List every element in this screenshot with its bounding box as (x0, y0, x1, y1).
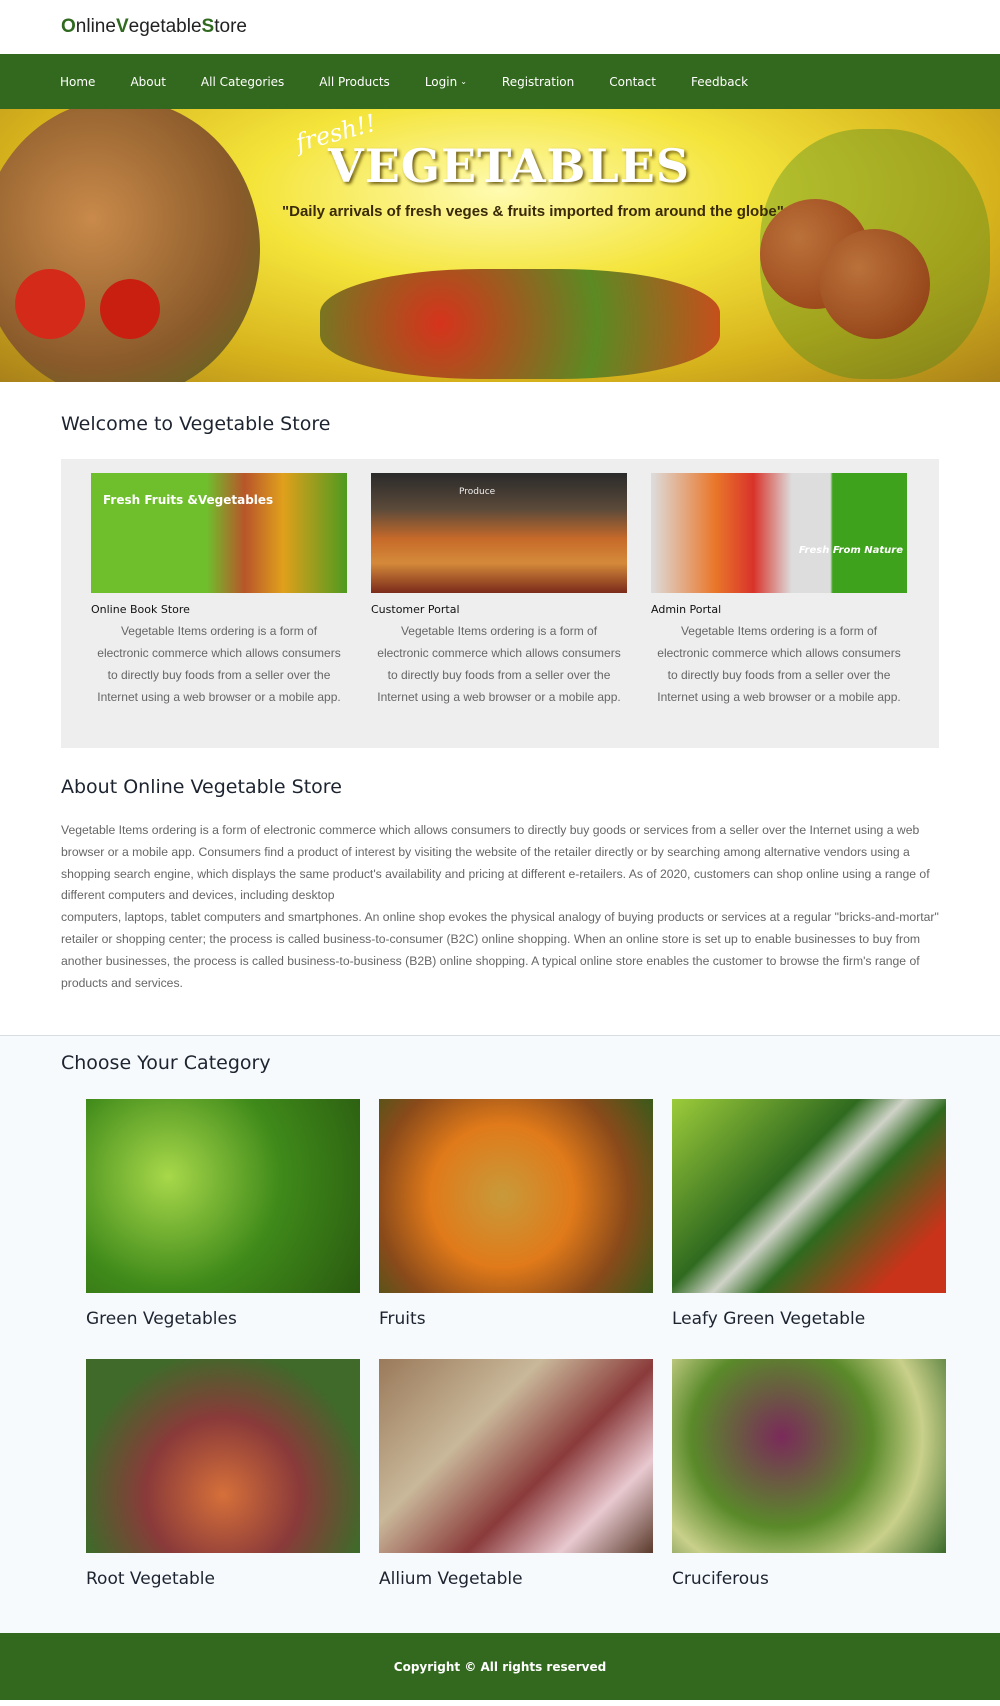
nav-all-products[interactable]: All Products (319, 75, 390, 89)
category-fruits[interactable]: Fruits (379, 1099, 653, 1359)
category-root-vegetable[interactable]: Root Vegetable (86, 1359, 360, 1619)
nav-feedback[interactable]: Feedback (691, 75, 748, 89)
about-text: Vegetable Items ordering is a form of el… (61, 823, 939, 990)
portal-cards: Fresh Fruits &Vegetables Online Book Sto… (61, 459, 939, 748)
main-nav: Home About All Categories All Products L… (0, 54, 1000, 109)
nav-registration[interactable]: Registration (502, 75, 574, 89)
hero-banner: fresh!! VEGETABLES "Daily arrivals of fr… (0, 109, 1000, 382)
card-customer-portal[interactable]: Produce Customer Portal Vegetable Items … (371, 473, 627, 748)
nav-about[interactable]: About (130, 75, 165, 89)
category-image (86, 1099, 360, 1293)
card-image: Fresh Fruits &Vegetables (91, 473, 347, 593)
category-heading: Choose Your Category (61, 1052, 271, 1074)
site-logo[interactable]: Online Vegetable Store (0, 0, 1000, 54)
category-green-vegetables[interactable]: Green Vegetables (86, 1099, 360, 1359)
category-image (672, 1099, 946, 1293)
card-online-store[interactable]: Fresh Fruits &Vegetables Online Book Sto… (91, 473, 347, 748)
category-allium-vegetable[interactable]: Allium Vegetable (379, 1359, 653, 1619)
nav-contact[interactable]: Contact (609, 75, 656, 89)
card-image: Fresh From Nature (651, 473, 907, 593)
about-heading: About Online Vegetable Store (61, 776, 342, 798)
category-cruciferous[interactable]: Cruciferous (672, 1359, 946, 1619)
banner-title: VEGETABLES (328, 139, 691, 193)
chevron-down-icon: ⌄ (460, 77, 467, 86)
category-section: Choose Your Category Green Vegetables Fr… (0, 1035, 1000, 1633)
category-image (379, 1359, 653, 1553)
banner-tagline: "Daily arrivals of fresh veges & fruits … (282, 203, 784, 220)
nav-home[interactable]: Home (60, 75, 95, 89)
card-image: Produce (371, 473, 627, 593)
card-admin-portal[interactable]: Fresh From Nature Admin Portal Vegetable… (651, 473, 907, 748)
welcome-heading: Welcome to Vegetable Store (61, 413, 331, 435)
category-image (86, 1359, 360, 1553)
category-image (379, 1099, 653, 1293)
category-leafy-green[interactable]: Leafy Green Vegetable (672, 1099, 946, 1359)
nav-all-categories[interactable]: All Categories (201, 75, 284, 89)
nav-login[interactable]: Login ⌄ (425, 75, 467, 89)
footer: Copyright © All rights reserved (0, 1633, 1000, 1700)
category-image (672, 1359, 946, 1553)
